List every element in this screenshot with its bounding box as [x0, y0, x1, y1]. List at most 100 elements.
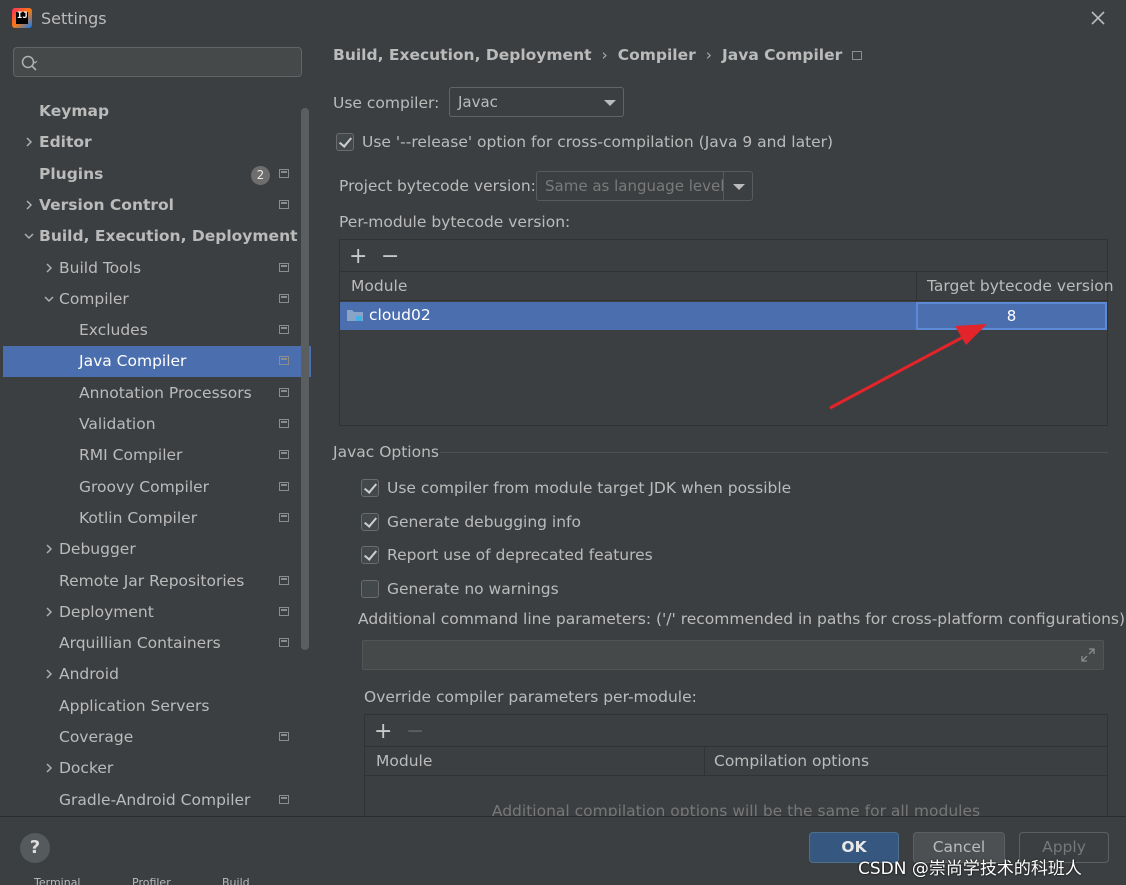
project-scope-icon	[279, 168, 289, 178]
expand-icon[interactable]	[1080, 647, 1096, 663]
chevron-right-icon[interactable]	[43, 605, 55, 619]
project-scope-icon	[279, 638, 289, 648]
project-scope-icon	[279, 356, 289, 366]
sidebar-item-label: Groovy Compiler	[79, 477, 210, 496]
javac-option-label[interactable]: Generate debugging info	[387, 513, 581, 531]
target-version-cell[interactable]: 8	[916, 302, 1107, 330]
table-toolbar: + −	[365, 715, 1107, 747]
sidebar-item-excludes[interactable]: Excludes	[3, 315, 311, 346]
breadcrumb-item: Java Compiler	[721, 46, 843, 64]
project-scope-icon	[279, 732, 289, 741]
javac-option-checkbox[interactable]	[361, 479, 379, 497]
release-option-checkbox[interactable]	[336, 133, 354, 151]
chevron-down-icon	[733, 184, 745, 190]
close-icon[interactable]	[1088, 8, 1108, 28]
chevron-down-icon[interactable]	[23, 229, 35, 243]
sidebar-item-label: Java Compiler	[79, 352, 187, 371]
column-header-label: Target bytecode version	[927, 277, 1114, 295]
additional-params-field[interactable]	[362, 640, 1104, 670]
sidebar-item-keymap[interactable]: Keymap	[3, 96, 311, 127]
sidebar-item-build-execution-deployment[interactable]: Build, Execution, Deployment	[3, 221, 311, 252]
sidebar-item-docker[interactable]: Docker	[3, 753, 311, 784]
search-input[interactable]	[13, 47, 302, 77]
sidebar-item-remote-jar-repositories[interactable]: Remote Jar Repositories	[3, 566, 311, 597]
project-scope-icon	[279, 450, 289, 460]
sidebar-item-application-servers[interactable]: Application Servers	[3, 691, 311, 722]
sidebar-item-label: Version Control	[39, 195, 174, 214]
settings-sidebar: Keymap Editor Plugins 2 Version Control Build…	[0, 36, 312, 816]
sidebar-item-editor[interactable]: Editor	[3, 127, 311, 158]
build-tab[interactable]: Build	[222, 876, 250, 885]
sidebar-item-compiler[interactable]: Compiler	[3, 284, 311, 315]
column-header-target[interactable]: Target bytecode version	[916, 271, 1114, 301]
project-scope-icon	[279, 512, 289, 522]
sidebar-item-deployment[interactable]: Deployment	[3, 597, 311, 628]
javac-option-checkbox[interactable]	[361, 513, 379, 531]
sidebar-item-rmi-compiler[interactable]: RMI Compiler	[3, 440, 311, 471]
sidebar-item-label: Gradle-Android Compiler	[59, 790, 251, 809]
breadcrumb-item[interactable]: Compiler	[618, 46, 696, 64]
sidebar-item-label: Keymap	[39, 102, 110, 120]
sidebar-item-version-control[interactable]: Version Control	[3, 190, 311, 221]
project-scope-icon	[279, 606, 289, 616]
sidebar-item-debugger[interactable]: Debugger	[3, 534, 311, 565]
project-scope-icon	[279, 199, 289, 209]
javac-option-label[interactable]: Generate no warnings	[387, 580, 559, 598]
sidebar-item-build-tools[interactable]: Build Tools	[3, 253, 311, 284]
chevron-right-icon[interactable]	[43, 761, 55, 775]
column-header-options[interactable]: Compilation options	[704, 746, 1107, 776]
sidebar-item-android[interactable]: Android	[3, 659, 311, 690]
sidebar-item-validation[interactable]: Validation	[3, 409, 311, 440]
sidebar-item-plugins[interactable]: Plugins 2	[3, 159, 311, 190]
sidebar-item-label: Coverage	[59, 728, 134, 746]
sidebar-item-java-compiler[interactable]: Java Compiler	[3, 346, 311, 378]
table-row[interactable]: cloud02	[340, 302, 916, 330]
sidebar-item-arquillian-containers[interactable]: Arquillian Containers	[3, 628, 311, 659]
profiler-tab[interactable]: Profiler	[132, 876, 171, 885]
project-scope-icon	[279, 325, 289, 335]
sidebar-item-kotlin-compiler[interactable]: Kotlin Compiler	[3, 503, 311, 534]
use-compiler-value: Javac	[458, 93, 498, 111]
use-compiler-dropdown[interactable]: Javac	[449, 87, 624, 117]
column-header-label: Module	[351, 277, 408, 295]
project-bytecode-dropdown[interactable]: Same as language level	[536, 171, 753, 201]
sidebar-item-coverage[interactable]: Coverage	[3, 722, 311, 753]
chevron-down-icon	[604, 100, 616, 106]
sidebar-item-label: Deployment	[59, 602, 154, 621]
javac-option-label[interactable]: Use compiler from module target JDK when…	[387, 479, 791, 497]
chevron-right-icon[interactable]	[43, 542, 55, 556]
intellij-logo-icon: IJ	[12, 8, 32, 28]
sidebar-item-gradle-android-compiler[interactable]: Gradle-Android Compiler	[3, 785, 311, 816]
chevron-right-icon[interactable]	[23, 135, 35, 149]
column-header-module[interactable]: Module	[365, 746, 704, 776]
terminal-tab[interactable]: Terminal	[34, 876, 81, 885]
sidebar-item-annotation-processors[interactable]: Annotation Processors	[3, 378, 311, 409]
chevron-down-icon[interactable]	[43, 292, 55, 306]
javac-option-label[interactable]: Report use of deprecated features	[387, 546, 653, 564]
sidebar-item-label: Editor	[39, 133, 92, 152]
project-scope-icon	[279, 575, 289, 585]
sidebar-item-label: RMI Compiler	[79, 446, 183, 465]
help-button[interactable]: ?	[20, 833, 50, 863]
additional-params-hint: ('/' recommended in paths for cross-plat…	[656, 610, 1126, 628]
project-scope-icon	[852, 51, 863, 60]
remove-icon[interactable]: −	[381, 244, 399, 269]
chevron-right-icon[interactable]	[23, 198, 35, 212]
per-module-table: + − Module Target bytecode version cloud…	[339, 239, 1114, 426]
javac-option-checkbox[interactable]	[361, 580, 379, 598]
chevron-right-icon[interactable]	[43, 667, 55, 681]
sidebar-item-label: Plugins	[39, 164, 104, 183]
sidebar-item-groovy-compiler[interactable]: Groovy Compiler	[3, 472, 311, 503]
javac-option-checkbox[interactable]	[361, 546, 379, 564]
sidebar-scrollbar[interactable]	[301, 108, 309, 650]
target-version-value: 8	[1006, 307, 1017, 325]
project-bytecode-label: Project bytecode version:	[339, 177, 536, 195]
sidebar-item-label: Remote Jar Repositories	[59, 571, 245, 590]
sidebar-item-label: Android	[59, 665, 119, 684]
breadcrumb-item[interactable]: Build, Execution, Deployment	[333, 46, 592, 64]
chevron-right-icon[interactable]	[43, 261, 55, 275]
add-icon[interactable]: +	[349, 244, 367, 269]
sidebar-item-label: Docker	[59, 759, 114, 778]
column-header-module[interactable]: Module	[340, 271, 916, 301]
add-icon[interactable]: +	[374, 719, 392, 744]
